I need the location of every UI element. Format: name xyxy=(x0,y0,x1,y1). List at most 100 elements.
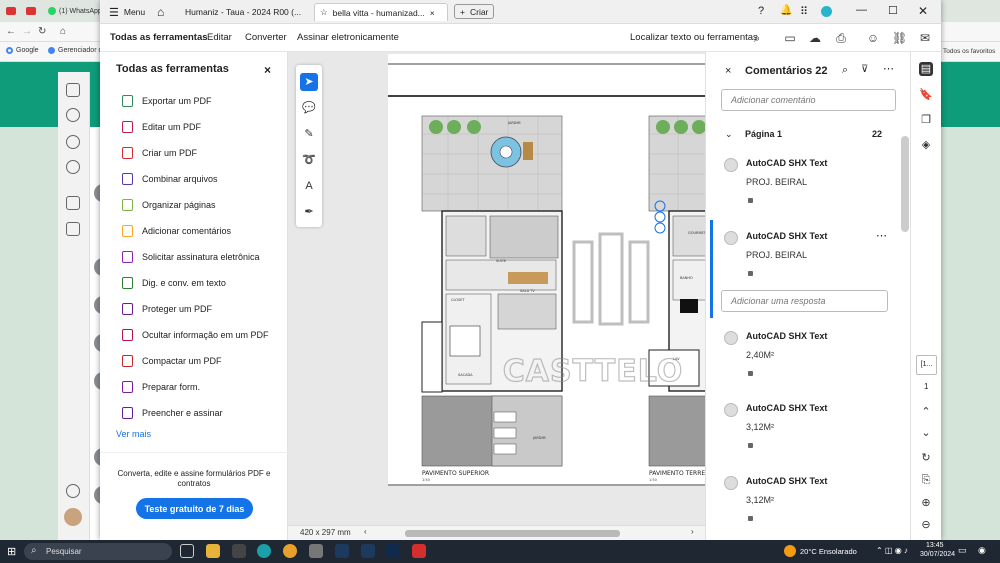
sign-icon[interactable]: ✒ xyxy=(300,203,318,221)
browser-tab-icon[interactable] xyxy=(26,4,36,18)
rotate-icon[interactable]: ↻ xyxy=(919,451,933,465)
communities-icon[interactable] xyxy=(66,160,80,174)
maximize-icon[interactable]: ☐ xyxy=(888,4,898,17)
scroll-right-icon[interactable]: › xyxy=(691,527,694,536)
filter-icon[interactable]: ⊽ xyxy=(861,64,868,75)
menu-convert[interactable]: Converter xyxy=(245,32,287,43)
lightroom-classic-icon[interactable] xyxy=(335,544,349,558)
tab-bella-vitta[interactable]: ☆ bella vitta - humanizad... × xyxy=(314,3,448,21)
close-tab-icon[interactable]: × xyxy=(430,8,435,18)
print-icon[interactable]: ⎙ xyxy=(834,31,848,45)
channels-icon[interactable] xyxy=(66,135,80,149)
tool-item[interactable]: Preparar form. xyxy=(122,381,200,393)
bookmark-gerenciador[interactable]: Gerenciador de xyxy=(48,47,106,54)
back-icon[interactable]: ← xyxy=(6,26,16,37)
highlight-pen-icon[interactable]: ✎ xyxy=(300,125,318,143)
edge-icon[interactable] xyxy=(257,544,271,558)
taskbar-search[interactable]: ⌕ Pesquisar xyxy=(24,543,172,560)
tool-item[interactable]: Compactar um PDF xyxy=(122,355,222,367)
tool-item[interactable]: Combinar arquivos xyxy=(122,173,218,185)
tool-item[interactable]: Proteger um PDF xyxy=(122,303,212,315)
layers-icon[interactable]: ◈ xyxy=(919,138,933,152)
store-icon[interactable] xyxy=(66,196,80,210)
chats-icon[interactable] xyxy=(66,83,80,97)
menu-sign[interactable]: Assinar eletronicamente xyxy=(297,32,399,43)
clock-time[interactable]: 13:45 xyxy=(926,542,944,549)
search-comments-icon[interactable]: ⌕ xyxy=(842,64,848,77)
tool-item[interactable]: Organizar páginas xyxy=(122,199,216,211)
profile-avatar[interactable] xyxy=(64,508,82,526)
close-window-icon[interactable]: ✕ xyxy=(918,4,928,18)
account-avatar[interactable] xyxy=(821,6,832,17)
chevron-down-icon[interactable]: ⌄ xyxy=(725,129,733,140)
forward-icon[interactable]: → xyxy=(22,26,32,37)
all-favorites[interactable]: Todos os favoritos xyxy=(943,48,995,55)
fit-page-icon[interactable]: ⎘ xyxy=(919,473,933,487)
upload-cloud-icon[interactable]: ☁ xyxy=(808,31,822,45)
add-comment-field[interactable]: Adicionar comentário xyxy=(721,89,896,111)
text-box-icon[interactable]: A xyxy=(300,177,318,195)
tool-item[interactable]: Dig. e conv. em texto xyxy=(122,277,226,289)
share-user-icon[interactable]: ☺ xyxy=(866,31,880,45)
save-icon[interactable]: ▭ xyxy=(783,31,797,45)
photoshop-icon[interactable] xyxy=(386,544,400,558)
reload-icon[interactable]: ↻ xyxy=(38,26,46,37)
tool-item[interactable]: Solicitar assinatura eletrônica xyxy=(122,251,260,263)
bell-icon[interactable]: 🔔 xyxy=(780,5,792,16)
menu-all-tools[interactable]: Todas as ferramentas xyxy=(110,32,208,43)
horizontal-scrollbar[interactable] xyxy=(405,530,620,537)
task-view-icon[interactable] xyxy=(180,544,194,558)
browser-tab-icon[interactable] xyxy=(6,4,16,18)
lightroom-icon[interactable] xyxy=(361,544,375,558)
tray-icons[interactable]: ⌃ ◫ ◉ ♪ xyxy=(876,546,908,555)
pages-icon[interactable]: ❐ xyxy=(919,113,933,127)
tool-item[interactable]: Editar um PDF xyxy=(122,121,201,133)
bookmark-icon[interactable]: 🔖 xyxy=(919,88,933,102)
create-button[interactable]: + Criar xyxy=(454,4,495,19)
status-icon[interactable] xyxy=(66,108,80,122)
windows-start-icon[interactable]: ⊞ xyxy=(7,545,16,558)
comment-more-icon[interactable]: ⋯ xyxy=(876,229,887,242)
acrobat-icon[interactable] xyxy=(412,544,426,558)
select-cursor-icon[interactable]: ➤ xyxy=(300,73,318,91)
apps-icon[interactable]: ⠿ xyxy=(800,5,808,18)
weather-text[interactable]: 20°C Ensolarado xyxy=(800,547,857,556)
zoom-out-icon[interactable]: ⊖ xyxy=(919,518,933,532)
mail-icon[interactable]: ✉ xyxy=(918,31,932,45)
free-trial-button[interactable]: Teste gratuito de 7 dias xyxy=(136,498,253,519)
tab-humaniz[interactable]: Humaniz - Taua - 2024 R00 (... xyxy=(180,3,308,21)
chevron-up-icon[interactable]: ⌃ xyxy=(919,405,933,419)
menu-button[interactable]: ☰ Menu xyxy=(104,3,150,21)
zoom-in-icon[interactable]: ⊕ xyxy=(919,496,933,510)
find-tools-label[interactable]: Localizar texto ou ferramentas xyxy=(630,32,758,43)
chrome-icon[interactable] xyxy=(283,544,297,558)
more-options-icon[interactable]: ⋯ xyxy=(883,62,894,75)
browser-tab-whatsapp[interactable]: (1) WhatsApp xyxy=(48,4,102,18)
see-more-link[interactable]: Ver mais xyxy=(116,429,151,439)
search-icon[interactable]: ⌕ xyxy=(750,31,764,45)
clock-date[interactable]: 30/07/2024 xyxy=(920,551,955,558)
comments-panel-icon[interactable]: ▤ xyxy=(919,62,933,76)
tool-item[interactable]: Criar um PDF xyxy=(122,147,197,159)
tool-item[interactable]: Preencher e assinar xyxy=(122,407,223,419)
page-group-label[interactable]: Página 1 xyxy=(745,129,782,139)
page-number-field[interactable]: [1... xyxy=(916,355,937,375)
home-button[interactable]: ⌂ xyxy=(152,3,169,21)
widgets-icon[interactable]: ◉ xyxy=(978,545,986,556)
add-comment-icon[interactable]: 💬 xyxy=(300,99,318,117)
bookmark-google[interactable]: Google xyxy=(6,47,39,54)
app-icon[interactable] xyxy=(232,544,246,558)
settings-icon[interactable] xyxy=(66,484,80,498)
menu-edit[interactable]: Editar xyxy=(207,32,232,43)
tool-item[interactable]: Exportar um PDF xyxy=(122,95,212,107)
notification-icon[interactable]: ▭ xyxy=(958,545,967,556)
draw-freehand-icon[interactable]: ➰ xyxy=(300,151,318,169)
megaphone-icon[interactable] xyxy=(66,222,80,236)
comments-scrollbar[interactable] xyxy=(901,136,909,232)
file-explorer-icon[interactable] xyxy=(206,544,220,558)
chevron-down-icon[interactable]: ⌄ xyxy=(919,426,933,440)
minimize-icon[interactable]: — xyxy=(856,4,867,16)
link-icon[interactable]: ⛓ xyxy=(892,31,907,45)
close-panel-icon[interactable]: × xyxy=(264,63,271,77)
app-icon[interactable] xyxy=(309,544,323,558)
